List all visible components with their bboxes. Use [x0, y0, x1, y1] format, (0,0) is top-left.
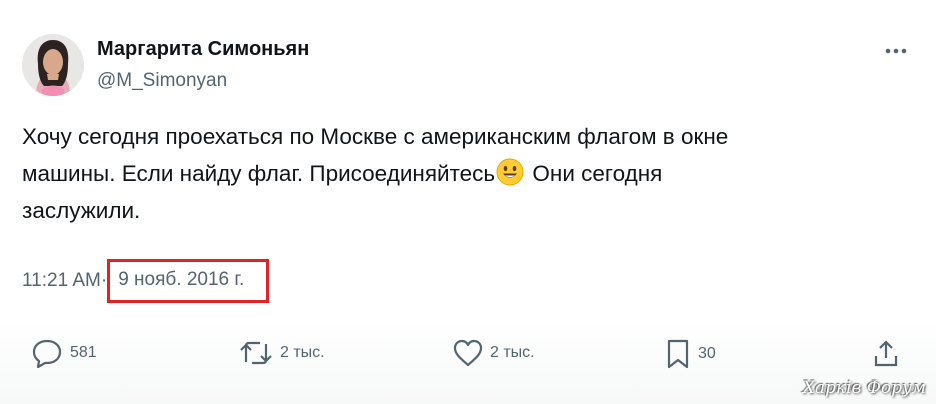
tweet-time[interactable]: 11:21 AM	[22, 270, 101, 291]
like-count: 2 тыс.	[490, 344, 535, 361]
author-handle[interactable]: @M_Simonyan	[97, 70, 227, 92]
tweet-card: Маргарита Симоньян @M_Simonyan Хочу сего…	[0, 0, 936, 404]
smiling-face-emoji-icon	[496, 158, 524, 186]
share-icon	[874, 340, 898, 367]
reply-button[interactable]: 581	[30, 338, 97, 368]
tweet-timestamp[interactable]: 11:21 AM· 9 нояб. 2016 г.	[22, 259, 270, 304]
reply-count: 581	[70, 344, 97, 361]
bookmark-icon	[667, 339, 689, 369]
tweet-text-segment: машины. Если найду флаг. Присоединяйтесь	[22, 161, 496, 186]
tweet-date[interactable]: 9 нояб. 2016 г.	[118, 269, 244, 290]
bookmark-button[interactable]: 30	[664, 338, 716, 370]
reply-icon	[32, 339, 62, 368]
author-display-name[interactable]: Маргарита Симоньян	[97, 38, 309, 61]
tweet-date-highlight: 9 нояб. 2016 г.	[107, 259, 270, 303]
tweet-text-line: машины. Если найду флаг. Присоединяйтесь…	[22, 155, 902, 192]
heart-icon	[453, 339, 483, 367]
tweet-text-line: Хочу сегодня проехаться по Москве с амер…	[22, 124, 729, 149]
like-button[interactable]: 2 тыс.	[452, 338, 535, 368]
retweet-count: 2 тыс.	[280, 344, 325, 361]
tweet-text-line: заслужили.	[22, 198, 141, 223]
profile-photo-icon	[22, 34, 84, 96]
avatar[interactable]	[22, 34, 84, 96]
share-button[interactable]	[872, 338, 906, 370]
tweet-text-segment: Они сегодня	[532, 161, 663, 186]
more-options-icon[interactable]	[880, 40, 912, 62]
watermark-text: Харків Форум	[802, 378, 926, 398]
retweet-button[interactable]: 2 тыс.	[238, 338, 325, 368]
tweet-text: Хочу сегодня проехаться по Москве с амер…	[22, 118, 902, 229]
bookmark-count: 30	[698, 345, 716, 362]
retweet-icon	[240, 341, 272, 365]
